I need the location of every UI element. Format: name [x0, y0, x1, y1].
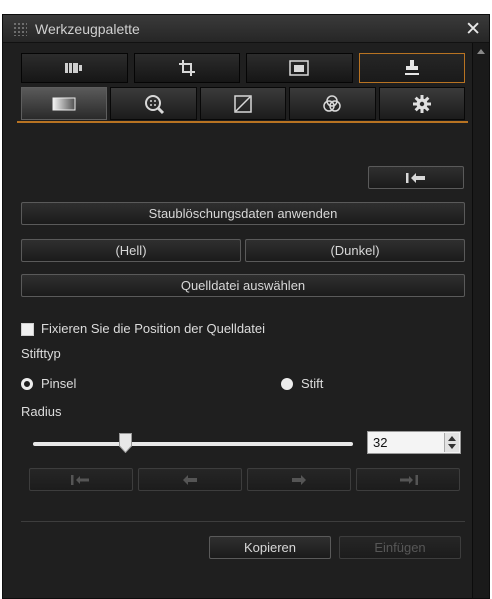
redo-all-icon [400, 474, 418, 485]
decrement-arrow-icon[interactable] [448, 444, 456, 449]
tab-color-adjust[interactable] [289, 87, 376, 120]
tab-settings[interactable] [378, 87, 466, 120]
radius-stepper[interactable]: 32 [367, 431, 461, 454]
image-tone-icon [289, 60, 309, 76]
fix-source-checkbox[interactable] [21, 323, 34, 336]
redo-all-button[interactable] [356, 468, 460, 491]
undo-all-icon [406, 172, 425, 183]
palette-content: Staublöschungsdaten anwenden (Hell) (Dun… [3, 43, 472, 598]
radius-value[interactable]: 32 [373, 435, 387, 450]
main-tab-bar [21, 53, 465, 83]
tab-noise-reduction[interactable] [110, 87, 197, 120]
copy-button[interactable]: Kopieren [209, 536, 331, 559]
close-button[interactable]: ✕ [465, 18, 481, 41]
tool-palette-window: Werkzeugpalette ✕ Staublöschungsdaten an… [2, 14, 490, 599]
pinsel-radio[interactable] [21, 378, 33, 390]
divider [21, 521, 465, 522]
color-adjust-icon [323, 94, 342, 112]
increment-arrow-icon[interactable] [448, 436, 456, 441]
redo-icon [292, 474, 306, 485]
tab-tone-curve[interactable] [199, 87, 287, 120]
radius-stepper-buttons [444, 433, 459, 452]
radius-slider-thumb[interactable] [119, 433, 132, 453]
tab-image-adjust[interactable] [21, 87, 108, 120]
paste-button[interactable]: Einfügen [339, 536, 461, 559]
light-button[interactable]: (Hell) [21, 239, 241, 262]
drag-grip-icon[interactable] [13, 22, 27, 36]
stift-label: Stift [301, 376, 324, 391]
tab-image-tone[interactable] [246, 53, 353, 83]
pinsel-label: Pinsel [41, 376, 77, 391]
redo-button[interactable] [247, 468, 351, 491]
tab-basic-adjustment[interactable] [21, 53, 128, 83]
settings-gear-icon [412, 94, 431, 113]
select-source-button[interactable]: Quelldatei auswählen [21, 274, 465, 297]
title-bar[interactable]: Werkzeugpalette ✕ [3, 15, 489, 43]
image-adjust-icon [52, 97, 76, 110]
crop-icon [178, 60, 195, 76]
noise-reduction-icon [144, 94, 164, 114]
undo-all-button[interactable] [368, 166, 464, 189]
tab-crop[interactable] [133, 53, 240, 83]
radius-slider-track[interactable] [33, 442, 353, 446]
undo-all-icon [71, 474, 89, 485]
dark-button[interactable]: (Dunkel) [245, 239, 465, 262]
scroll-up-arrow-icon[interactable] [477, 49, 485, 54]
apply-dust-data-button[interactable]: Staublöschungsdaten anwenden [21, 202, 465, 225]
basic-adjustment-icon [65, 63, 83, 73]
sub-tab-bar [21, 87, 466, 120]
radius-label: Radius [21, 404, 62, 419]
pen-type-label: Stifttyp [21, 346, 61, 361]
window-title: Werkzeugpalette [35, 21, 140, 37]
active-tab-underline [17, 121, 468, 123]
tab-stamp-tool[interactable] [358, 53, 465, 83]
vertical-scrollbar[interactable] [472, 43, 489, 598]
stamp-tool-icon [404, 60, 419, 75]
stift-radio[interactable] [281, 378, 293, 390]
undo-icon [183, 474, 197, 485]
undo-button[interactable] [138, 468, 242, 491]
undo-all-history-button[interactable] [29, 468, 133, 491]
tone-curve-icon [234, 94, 252, 113]
fix-source-label: Fixieren Sie die Position der Quelldatei [41, 321, 266, 336]
